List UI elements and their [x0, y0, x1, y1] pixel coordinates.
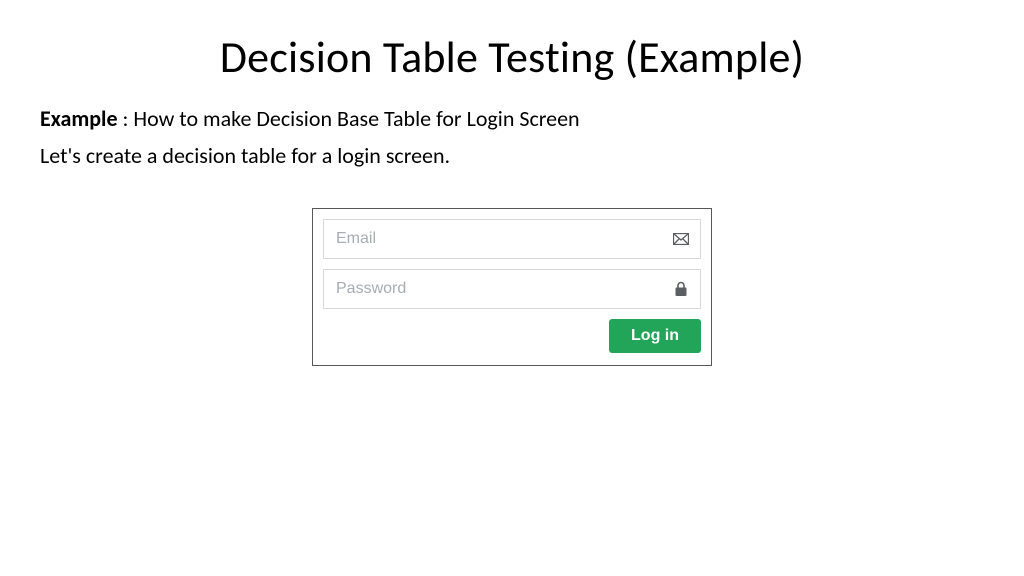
email-field-wrapper [323, 219, 701, 259]
login-button[interactable]: Log in [609, 319, 701, 353]
password-field[interactable] [334, 279, 672, 299]
intro-line-2: Let's create a decision table for a logi… [40, 139, 984, 172]
slide-title: Decision Table Testing (Example) [40, 30, 984, 84]
intro-line-1: Example : How to make Decision Base Tabl… [40, 102, 984, 135]
intro-line-1-rest: : How to make Decision Base Table for Lo… [118, 105, 580, 132]
lock-icon [672, 280, 690, 298]
mail-icon [672, 230, 690, 248]
login-form: Log in [312, 208, 712, 366]
password-field-wrapper [323, 269, 701, 309]
email-field[interactable] [334, 229, 672, 249]
example-label: Example [40, 105, 118, 132]
